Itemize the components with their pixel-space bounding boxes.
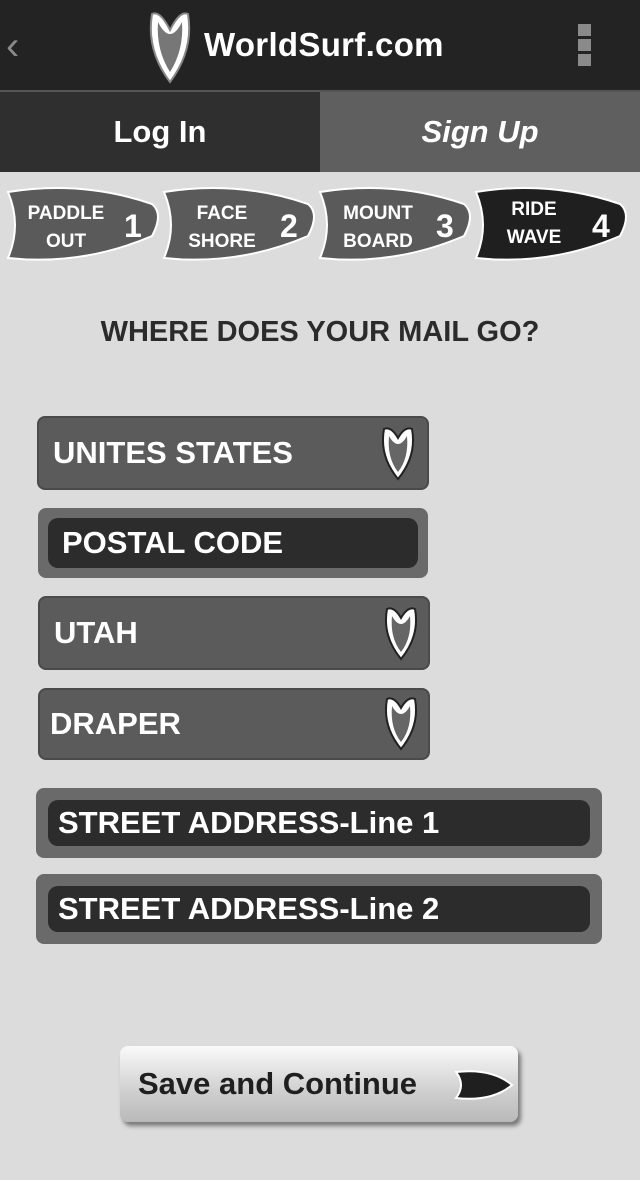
tab-sign-up[interactable]: Sign Up: [320, 92, 640, 172]
state-value: UTAH: [54, 615, 138, 650]
surfboard-dropdown-icon: [385, 697, 417, 751]
street-address-line1-input[interactable]: STREET ADDRESS-Line 1: [48, 800, 590, 846]
signup-steps: PADDLE OUT 1 FACE SHORE 2 MOUNT BOARD 3 RID…: [0, 184, 640, 270]
state-select[interactable]: UTAH: [38, 596, 430, 670]
step-number: 2: [280, 208, 298, 244]
step-number: 4: [592, 208, 610, 244]
step-number: 3: [436, 208, 454, 244]
street-address-line1-field[interactable]: STREET ADDRESS-Line 1: [36, 788, 602, 858]
surfboard-dropdown-icon: [382, 427, 414, 481]
street-address-line2-field[interactable]: STREET ADDRESS-Line 2: [36, 874, 602, 944]
surfboard-dropdown-icon: [385, 607, 417, 661]
country-value: UNITES STATES: [53, 435, 293, 470]
auth-tabs: Log In Sign Up: [0, 92, 640, 172]
step-label: FACE SHORE: [188, 203, 256, 252]
step-ride-wave[interactable]: RIDE WAVE 4: [470, 184, 634, 266]
street-address-line2-input[interactable]: STREET ADDRESS-Line 2: [48, 886, 590, 932]
city-select[interactable]: DRAPER: [38, 688, 430, 760]
chevron-left-icon[interactable]: ‹: [6, 26, 30, 66]
postal-code-input[interactable]: POSTAL CODE: [48, 518, 418, 568]
tab-log-in[interactable]: Log In: [0, 92, 320, 172]
top-app-bar: ‹ WorldSurf.com: [0, 0, 640, 92]
surfboard-logo-icon: [149, 12, 191, 84]
save-button-label: Save and Continue: [138, 1066, 418, 1101]
step-mount-board[interactable]: MOUNT BOARD 3: [314, 184, 478, 266]
surfboard-arrow-icon: [454, 1070, 514, 1100]
step-face-shore[interactable]: FACE SHORE 2: [158, 184, 322, 266]
step-paddle-out[interactable]: PADDLE OUT 1: [2, 184, 166, 266]
country-select[interactable]: UNITES STATES: [37, 416, 429, 490]
brand-title: WorldSurf.com: [204, 26, 444, 63]
step-label: RIDE WAVE: [506, 199, 562, 248]
step-label: PADDLE OUT: [27, 203, 105, 252]
postal-code-field[interactable]: POSTAL CODE: [38, 508, 428, 578]
page-heading: WHERE DOES YOUR MAIL GO?: [100, 316, 540, 348]
city-value: DRAPER: [50, 706, 181, 741]
vertical-menu-icon[interactable]: [578, 24, 594, 70]
step-label: MOUNT BOARD: [343, 203, 413, 252]
step-number: 1: [124, 208, 142, 244]
